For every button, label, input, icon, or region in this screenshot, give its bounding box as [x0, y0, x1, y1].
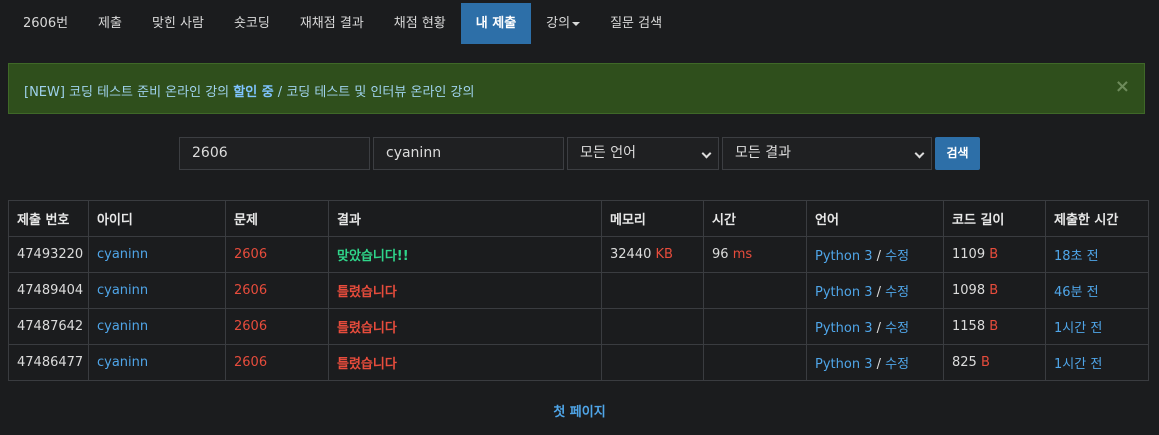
result-wrong: 틀렸습니다 [328, 344, 602, 381]
code-length-value: 1098 [952, 283, 986, 298]
language-cell: Python 3 / 수정 [806, 236, 944, 273]
nav-short-coding[interactable]: 숏코딩 [219, 3, 285, 44]
table-row: 47486477 cyaninn 2606 틀렸습니다 Python 3 / 수… [8, 344, 1149, 381]
code-length-value: 825 [952, 355, 977, 370]
language-cell: Python 3 / 수정 [806, 344, 944, 381]
time-cell [703, 272, 807, 309]
language-cell: Python 3 / 수정 [806, 272, 944, 309]
memory-cell [601, 344, 704, 381]
submitted-time-link[interactable]: 46분 전 [1045, 272, 1149, 309]
header-memory: 메모리 [601, 200, 704, 237]
nav-lectures[interactable]: 강의 [531, 3, 595, 44]
header-problem: 문제 [225, 200, 329, 237]
language-link[interactable]: Python 3 [815, 249, 872, 264]
submitted-time-link[interactable]: 18초 전 [1045, 236, 1149, 273]
edit-link[interactable]: 수정 [885, 249, 909, 264]
user-link[interactable]: cyaninn [88, 308, 226, 345]
nav-problem[interactable]: 2606번 [8, 3, 83, 44]
code-length-cell: 1109 B [943, 236, 1046, 273]
header-language: 언어 [806, 200, 944, 237]
time-cell [703, 308, 807, 345]
memory-cell: 32440 KB [601, 236, 704, 273]
time-value: 96 [712, 247, 729, 262]
first-page-link[interactable]: 첫 페이지 [0, 401, 1159, 420]
search-button[interactable]: 검색 [935, 137, 980, 170]
code-length-cell: 825 B [943, 344, 1046, 381]
submissions-table: 제출 번호 아이디 문제 결과 메모리 시간 언어 코드 길이 제출한 시간 4… [8, 200, 1149, 381]
problem-link[interactable]: 2606 [225, 236, 329, 273]
nav-my-submissions[interactable]: 내 제출 [460, 3, 532, 44]
user-id-input[interactable]: cyaninn [373, 137, 564, 170]
header-submission-id: 제출 번호 [8, 200, 89, 237]
problem-link[interactable]: 2606 [225, 272, 329, 309]
header-time: 시간 [703, 200, 807, 237]
edit-link[interactable]: 수정 [885, 357, 909, 372]
code-length-unit: B [989, 283, 999, 298]
result-select[interactable]: 모든 결과 [722, 137, 932, 170]
memory-unit: KB [655, 247, 673, 262]
table-row: 47489404 cyaninn 2606 틀렸습니다 Python 3 / 수… [8, 272, 1149, 309]
code-length-unit: B [989, 319, 999, 334]
header-result: 결과 [328, 200, 602, 237]
nav-rejudge[interactable]: 재채점 결과 [285, 3, 379, 44]
announcement-alert: [NEW] 코딩 테스트 준비 온라인 강의 할인 중 / 코딩 테스트 및 인… [8, 63, 1145, 114]
memory-value: 32440 [610, 247, 652, 262]
top-nav: 2606번 제출 맞힌 사람 숏코딩 재채점 결과 채점 현황 내 제출 강의 … [8, 3, 677, 44]
time-unit: ms [732, 247, 753, 262]
close-icon[interactable]: × [1115, 77, 1130, 97]
code-length-unit: B [980, 355, 990, 370]
code-length-value: 1158 [952, 319, 986, 334]
table-row: 47493220 cyaninn 2606 맞았습니다!! 32440 KB 9… [8, 236, 1149, 273]
submitted-time-link[interactable]: 1시간 전 [1045, 344, 1149, 381]
memory-cell [601, 272, 704, 309]
problem-link[interactable]: 2606 [225, 344, 329, 381]
alert-text[interactable]: [NEW] 코딩 테스트 준비 온라인 강의 할인 중 / 코딩 테스트 및 인… [24, 81, 474, 100]
language-link[interactable]: Python 3 [815, 285, 872, 300]
language-select-value: 모든 언어 [580, 145, 636, 161]
nav-status[interactable]: 채점 현황 [379, 3, 461, 44]
result-accepted: 맞았습니다!! [328, 236, 602, 273]
nav-questions[interactable]: 질문 검색 [595, 3, 677, 44]
code-length-unit: B [989, 247, 999, 262]
user-link[interactable]: cyaninn [88, 272, 226, 309]
user-link[interactable]: cyaninn [88, 344, 226, 381]
submission-id: 47489404 [8, 272, 89, 309]
alert-suffix: / 코딩 테스트 및 인터뷰 온라인 강의 [273, 85, 475, 100]
code-length-value: 1109 [952, 247, 986, 262]
language-select[interactable]: 모든 언어 [567, 137, 719, 170]
header-code-length: 코드 길이 [943, 200, 1046, 237]
submission-id: 47486477 [8, 344, 89, 381]
nav-submit[interactable]: 제출 [83, 3, 137, 44]
user-link[interactable]: cyaninn [88, 236, 226, 273]
code-length-cell: 1098 B [943, 272, 1046, 309]
submitted-time-link[interactable]: 1시간 전 [1045, 308, 1149, 345]
problem-link[interactable]: 2606 [225, 308, 329, 345]
result-wrong: 틀렸습니다 [328, 272, 602, 309]
time-cell: 96 ms [703, 236, 807, 273]
alert-highlight: 할인 중 [233, 85, 274, 100]
header-submitted-at: 제출한 시간 [1045, 200, 1149, 237]
submission-id: 47487642 [8, 308, 89, 345]
header-user: 아이디 [88, 200, 226, 237]
result-wrong: 틀렸습니다 [328, 308, 602, 345]
table-row: 47487642 cyaninn 2606 틀렸습니다 Python 3 / 수… [8, 308, 1149, 345]
time-cell [703, 344, 807, 381]
code-length-cell: 1158 B [943, 308, 1046, 345]
edit-link[interactable]: 수정 [885, 321, 909, 336]
problem-id-input[interactable]: 2606 [179, 137, 370, 170]
nav-solvers[interactable]: 맞힌 사람 [137, 3, 219, 44]
language-link[interactable]: Python 3 [815, 321, 872, 336]
language-cell: Python 3 / 수정 [806, 308, 944, 345]
chevron-down-icon [572, 21, 581, 26]
language-link[interactable]: Python 3 [815, 357, 872, 372]
memory-cell [601, 308, 704, 345]
alert-prefix: [NEW] 코딩 테스트 준비 온라인 강의 [24, 85, 234, 100]
result-select-value: 모든 결과 [735, 145, 791, 161]
nav-lectures-label: 강의 [546, 16, 571, 31]
table-header-row: 제출 번호 아이디 문제 결과 메모리 시간 언어 코드 길이 제출한 시간 [8, 200, 1149, 237]
edit-link[interactable]: 수정 [885, 285, 909, 300]
submission-id: 47493220 [8, 236, 89, 273]
